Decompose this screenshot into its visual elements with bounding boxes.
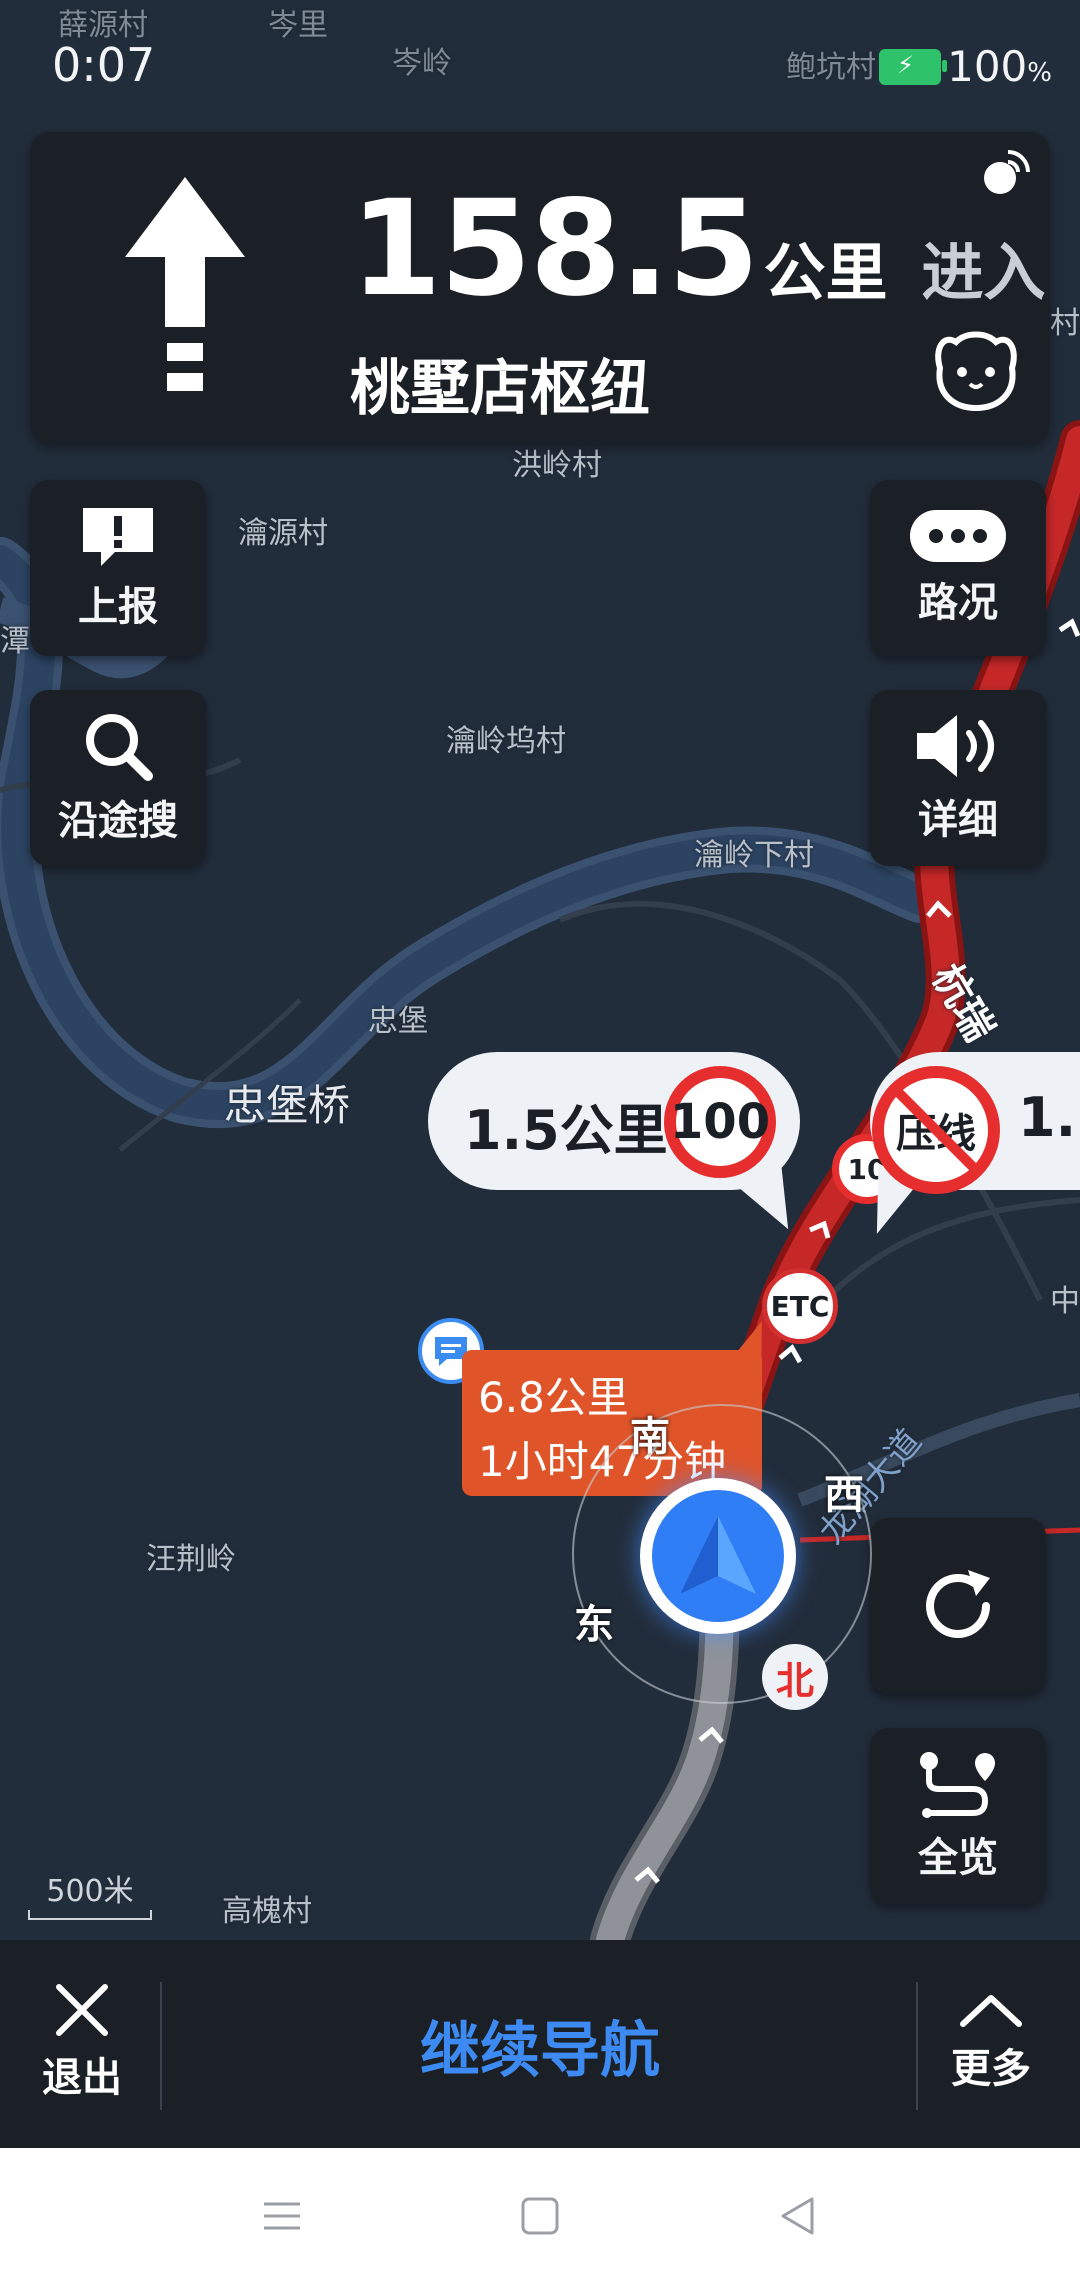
speed-camera-callout: 1.5公里 100 bbox=[428, 1052, 807, 1242]
compass-east: 东 bbox=[574, 1602, 614, 1648]
compass-north[interactable]: 北 bbox=[762, 1644, 828, 1710]
home-icon[interactable] bbox=[520, 2196, 560, 2236]
map-label: 中 bbox=[1050, 1284, 1080, 1319]
map-label: 汪荆岭 bbox=[146, 1542, 236, 1577]
menu-icon[interactable] bbox=[262, 2196, 302, 2236]
report-icon bbox=[83, 508, 153, 566]
search-icon bbox=[86, 714, 153, 781]
satellite-signal-icon[interactable] bbox=[978, 148, 1030, 200]
clock: 0:07 bbox=[52, 38, 156, 92]
battery-charging-icon: ⚡ bbox=[879, 48, 948, 85]
map-label: 高槐村 bbox=[222, 1894, 312, 1929]
battery-indicator: ⚡ 100% bbox=[879, 42, 1052, 91]
report-button[interactable]: 上报 bbox=[30, 480, 206, 656]
compass-west: 西 bbox=[824, 1472, 864, 1518]
scale-label: 500米 bbox=[46, 1874, 134, 1909]
divider bbox=[160, 1982, 162, 2110]
distance-value: 158.5 bbox=[350, 172, 760, 326]
system-nav-bar bbox=[0, 2148, 1080, 2280]
guidance-panel[interactable]: 158.5 公里 进入 桃墅店枢纽 bbox=[30, 132, 1050, 444]
speed-limit-sign: 100 bbox=[664, 1066, 776, 1178]
traffic-more-icon bbox=[910, 510, 1006, 562]
continue-navigation-button[interactable]: 继续导航 bbox=[170, 1970, 910, 2120]
straight-arrow-icon bbox=[125, 177, 245, 391]
route-overview-icon bbox=[920, 1752, 995, 1818]
chevron-up-icon bbox=[960, 1995, 1022, 2027]
back-icon[interactable] bbox=[778, 2196, 818, 2236]
car-position-marker bbox=[640, 1478, 796, 1634]
overview-button[interactable]: 全览 bbox=[870, 1728, 1046, 1904]
map-label: 忠堡桥 bbox=[224, 1081, 351, 1130]
voice-assistant-icon[interactable] bbox=[930, 328, 1022, 412]
traffic-label: 路况 bbox=[918, 580, 998, 626]
camera-distance: 1.5公里 bbox=[464, 1099, 668, 1162]
map-label: 瀹岭坞村 bbox=[446, 724, 566, 759]
overview-label: 全览 bbox=[918, 1835, 998, 1881]
battery-unit: % bbox=[1027, 58, 1052, 88]
next-road-name: 桃墅店枢纽 bbox=[350, 354, 650, 424]
prohibition-slash-icon bbox=[892, 1086, 980, 1174]
navigation-arrow-icon bbox=[680, 1516, 756, 1594]
map-label: 洪岭村 bbox=[512, 448, 602, 483]
distance-unit: 公里 bbox=[763, 236, 888, 309]
bottom-bar: 退出 继续导航 更多 bbox=[0, 1940, 1080, 2148]
close-icon bbox=[56, 1984, 108, 2036]
compass-south: 南 bbox=[630, 1414, 670, 1460]
detail-label: 详细 bbox=[918, 797, 998, 843]
status-bar: 0:07 ⚡ 100% bbox=[0, 0, 1080, 120]
traffic-button[interactable]: 路况 bbox=[870, 480, 1046, 656]
map-label: 瀹源村 bbox=[238, 516, 328, 551]
map-label: 忠堡 bbox=[368, 1004, 428, 1039]
maneuver-action: 进入 bbox=[921, 236, 1046, 309]
map-label: 潭 bbox=[0, 624, 30, 659]
refresh-icon bbox=[926, 1570, 990, 1638]
exit-label: 退出 bbox=[42, 2055, 122, 2101]
search-along-label: 沿途搜 bbox=[58, 798, 178, 844]
map-scale: 500米 bbox=[28, 1866, 152, 1920]
more-button[interactable]: 更多 bbox=[926, 1958, 1056, 2128]
search-along-route-button[interactable]: 沿途搜 bbox=[30, 690, 206, 866]
map-label: 村 bbox=[1050, 306, 1080, 341]
line-crossing-distance: 1.5 bbox=[1018, 1086, 1080, 1149]
refresh-button[interactable] bbox=[870, 1518, 1046, 1694]
remaining-distance: 6.8公里 bbox=[478, 1373, 629, 1422]
more-label: 更多 bbox=[951, 2046, 1031, 2092]
divider bbox=[916, 1982, 918, 2110]
detail-button[interactable]: 详细 bbox=[870, 690, 1046, 866]
battery-level: 100 bbox=[947, 42, 1028, 91]
exit-button[interactable]: 退出 bbox=[22, 1958, 142, 2128]
report-label: 上报 bbox=[78, 584, 158, 630]
speaker-icon bbox=[917, 715, 994, 777]
maneuver-distance: 158.5 公里 进入 bbox=[350, 172, 1046, 326]
map-label: 瀹岭下村 bbox=[694, 838, 814, 873]
